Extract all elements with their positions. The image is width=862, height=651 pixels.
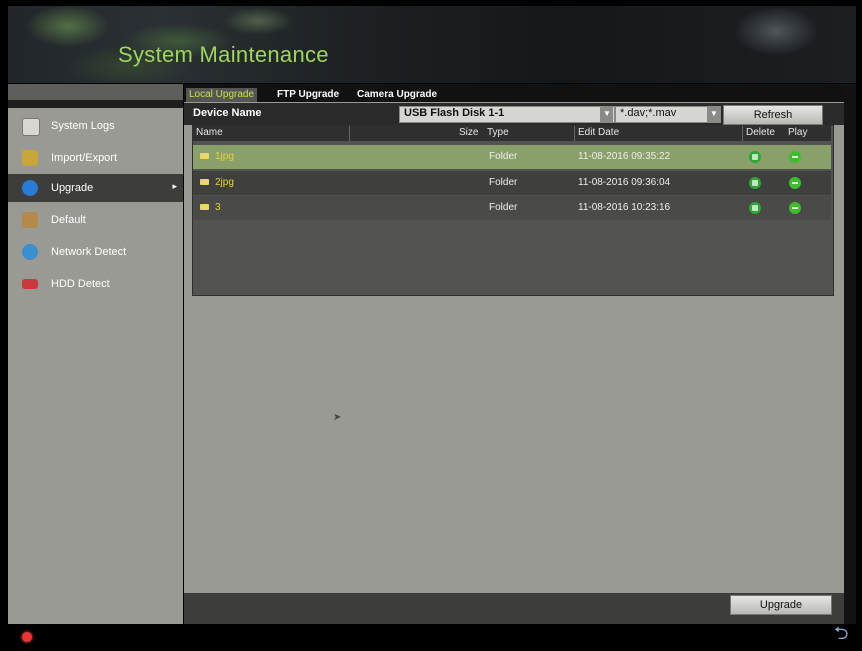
- column-divider: [349, 126, 350, 141]
- hdd-icon: [22, 279, 38, 289]
- play-icon[interactable]: [789, 177, 801, 189]
- folder-icon: [200, 153, 209, 159]
- folder-icon: [200, 179, 209, 185]
- delete-icon[interactable]: [749, 202, 761, 214]
- sidebar-header: [8, 84, 183, 100]
- file-type: Folder: [489, 202, 518, 213]
- status-bar: [0, 624, 862, 648]
- column-header-size[interactable]: Size: [459, 127, 478, 138]
- chevron-down-icon: ▼: [603, 109, 611, 118]
- chevron-right-icon: ▸: [172, 181, 177, 191]
- device-name-label: Device Name: [193, 107, 262, 119]
- network-icon: [22, 244, 38, 260]
- import-export-icon: [22, 150, 38, 166]
- column-header-play[interactable]: Play: [788, 127, 807, 138]
- column-header-delete[interactable]: Delete: [746, 127, 775, 138]
- sidebar-item-system-logs[interactable]: System Logs: [8, 112, 183, 140]
- device-select-value: USB Flash Disk 1-1: [404, 107, 505, 119]
- table-row[interactable]: 2jpg Folder 11-08-2016 09:36:04: [193, 171, 831, 195]
- table-header: [193, 126, 831, 141]
- upgrade-button[interactable]: Upgrade: [730, 595, 832, 615]
- file-date: 11-08-2016 09:35:22: [578, 151, 671, 162]
- file-date: 11-08-2016 10:23:16: [578, 202, 671, 213]
- column-header-type[interactable]: Type: [487, 127, 509, 138]
- sidebar-item-hdd-detect[interactable]: HDD Detect: [8, 270, 183, 298]
- table-row[interactable]: 1jpg Folder 11-08-2016 09:35:22: [193, 145, 831, 169]
- page-title: System Maintenance: [118, 42, 329, 67]
- column-divider: [574, 126, 575, 141]
- sidebar-item-label: System Logs: [51, 120, 115, 132]
- log-icon: [22, 118, 40, 136]
- play-icon[interactable]: [789, 151, 801, 163]
- file-name: 3: [215, 202, 221, 213]
- tab-camera-upgrade[interactable]: Camera Upgrade: [354, 88, 440, 102]
- file-type: Folder: [489, 151, 518, 162]
- file-type-value: *.dav;*.mav: [620, 107, 677, 119]
- default-icon: [22, 212, 38, 228]
- file-date: 11-08-2016 09:36:04: [578, 177, 671, 188]
- sidebar-item-label: Network Detect: [51, 246, 127, 258]
- delete-icon[interactable]: [749, 151, 761, 163]
- upgrade-icon: [22, 180, 38, 196]
- sidebar-item-label: Default: [51, 214, 86, 226]
- sidebar-item-upgrade[interactable]: Upgrade ▸: [8, 174, 183, 202]
- header-glow: [656, 6, 856, 83]
- column-header-edit-date[interactable]: Edit Date: [578, 127, 619, 138]
- sidebar-item-label: HDD Detect: [51, 278, 110, 290]
- column-divider: [742, 126, 743, 141]
- sidebar-item-import-export[interactable]: Import/Export: [8, 144, 183, 172]
- sidebar-divider: [8, 100, 183, 108]
- tab-ftp-upgrade[interactable]: FTP Upgrade: [274, 88, 342, 102]
- delete-icon[interactable]: [749, 177, 761, 189]
- tab-local-upgrade[interactable]: Local Upgrade: [186, 88, 258, 102]
- file-type-dropdown-button[interactable]: ▼: [707, 106, 720, 123]
- table-row[interactable]: 3 Folder 11-08-2016 10:23:16: [193, 196, 831, 220]
- device-dropdown-button[interactable]: ▼: [600, 106, 613, 123]
- folder-icon: [200, 204, 209, 210]
- sidebar-item-network-detect[interactable]: Network Detect: [8, 238, 183, 266]
- sidebar-item-label: Import/Export: [51, 152, 118, 164]
- mouse-cursor-icon: ➤: [333, 412, 342, 423]
- sidebar-item-label: Upgrade: [51, 182, 94, 194]
- file-name: 2jpg: [215, 177, 234, 188]
- column-header-name[interactable]: Name: [196, 127, 223, 138]
- file-name: 1jpg: [215, 151, 234, 162]
- right-border: [844, 84, 856, 624]
- chevron-down-icon: ▼: [710, 109, 718, 118]
- back-icon[interactable]: ⮌: [834, 621, 848, 651]
- refresh-button[interactable]: Refresh: [723, 105, 823, 125]
- sidebar-item-default[interactable]: Default: [8, 206, 183, 234]
- play-icon[interactable]: [789, 202, 801, 214]
- file-type: Folder: [489, 177, 518, 188]
- record-icon: [22, 632, 32, 642]
